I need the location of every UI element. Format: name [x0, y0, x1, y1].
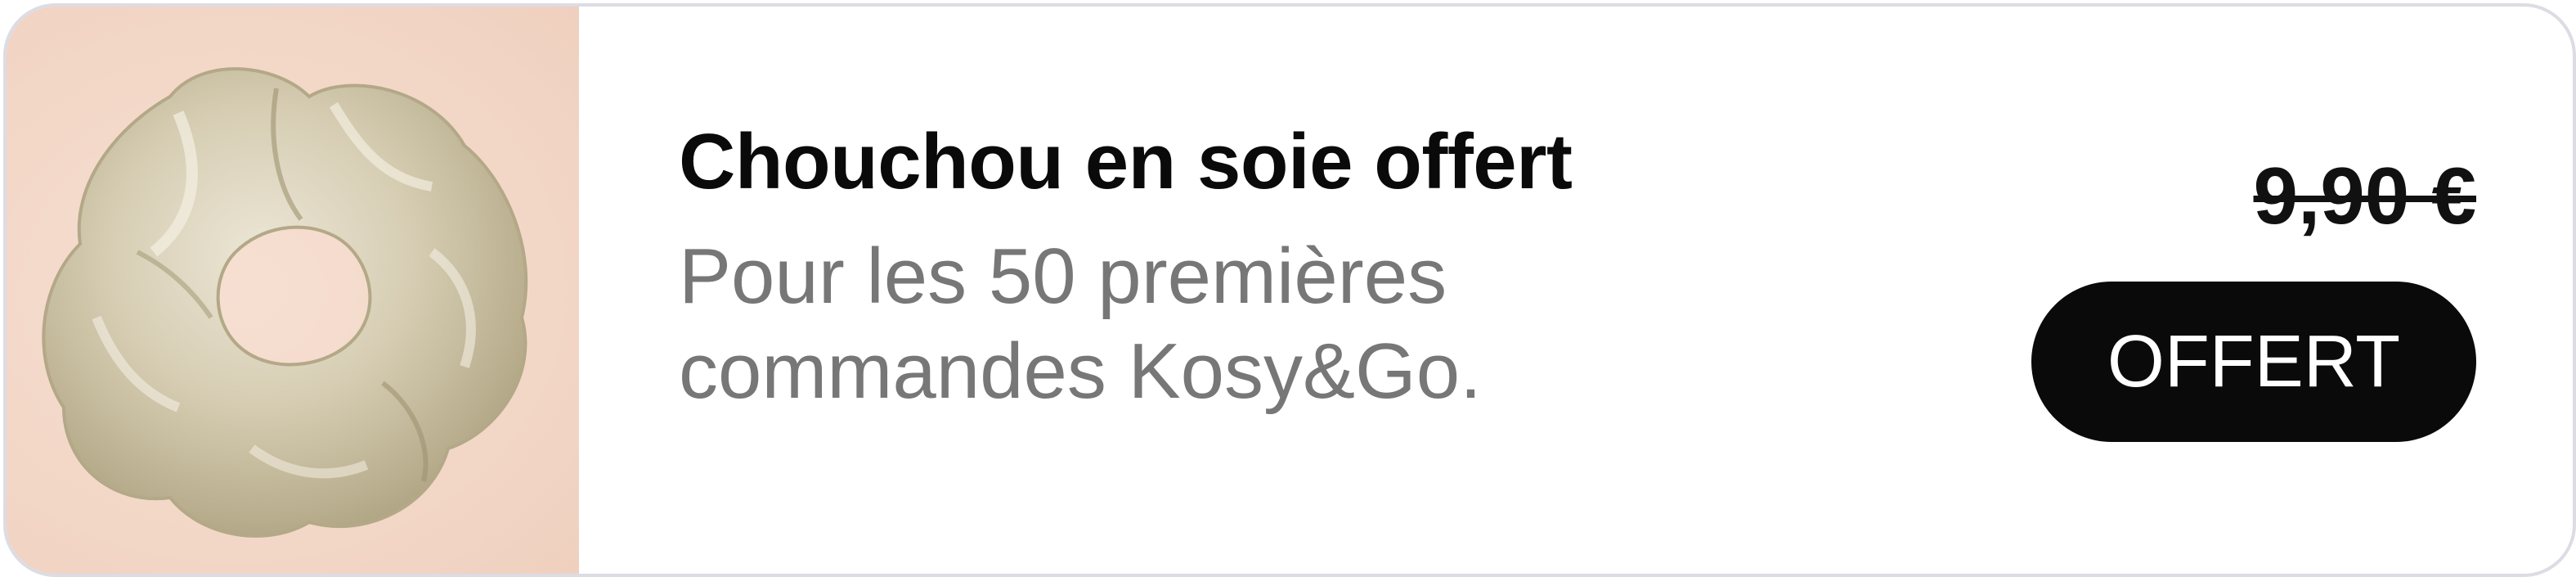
product-info: Chouchou en soie offert Pour les 50 prem… — [679, 113, 1742, 419]
product-image — [7, 7, 579, 574]
price-column: 9,90 € OFFERT — [2018, 151, 2476, 442]
old-price: 9,90 € — [2253, 151, 2476, 241]
product-title: Chouchou en soie offert — [679, 118, 1573, 205]
product-subtitle: Pour les 50 premières commandes Kosy&Go. — [679, 232, 1482, 415]
promo-card[interactable]: Chouchou en soie offert Pour les 50 prem… — [3, 3, 2576, 577]
scrunchie-icon — [42, 67, 528, 538]
offert-badge[interactable]: OFFERT — [2031, 282, 2476, 442]
